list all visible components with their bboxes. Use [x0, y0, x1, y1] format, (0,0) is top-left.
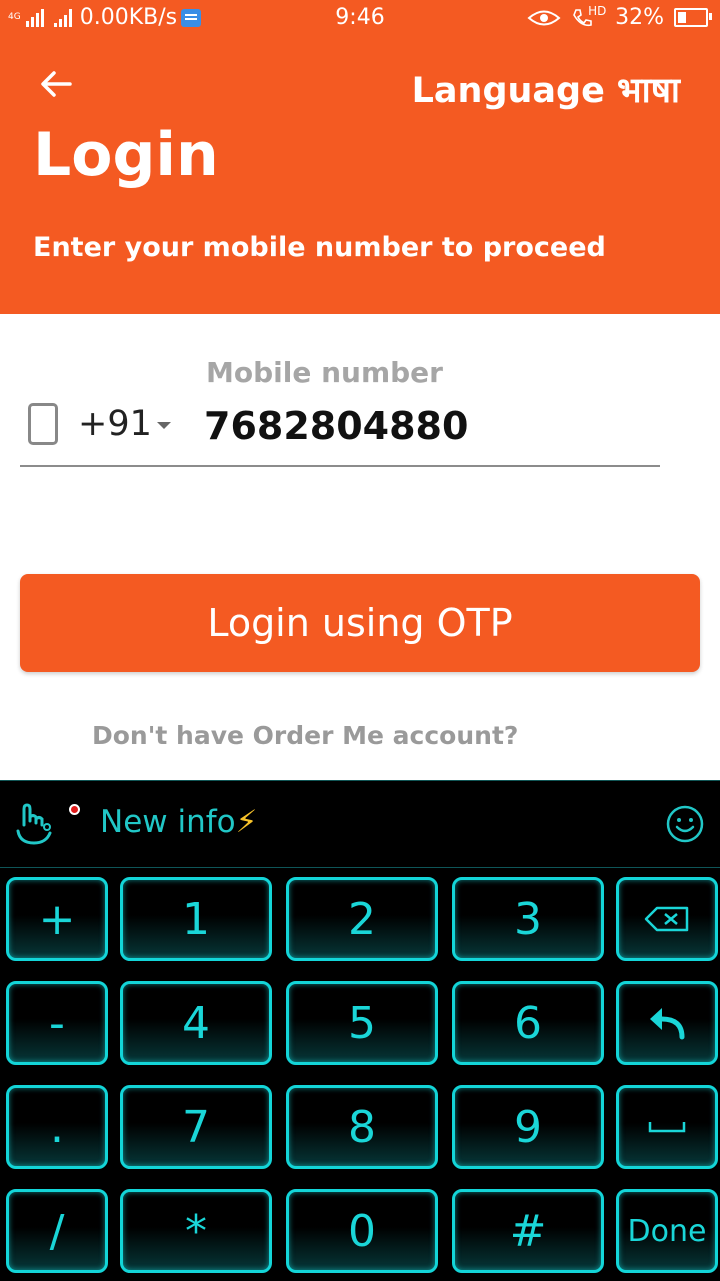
key-3[interactable]: 3	[452, 877, 604, 961]
eye-icon	[527, 10, 561, 25]
lightning-icon: ⚡	[235, 804, 258, 840]
emoji-smiley-icon[interactable]	[666, 805, 704, 843]
key-minus[interactable]: -	[6, 981, 108, 1065]
key-hash[interactable]: #	[452, 1189, 604, 1273]
input-underline	[20, 465, 660, 467]
mobile-number-input[interactable]	[204, 400, 644, 452]
key-2[interactable]: 2	[286, 877, 438, 961]
key-0[interactable]: 0	[286, 1189, 438, 1273]
hd-label: HD	[588, 3, 607, 18]
language-button[interactable]: Language भाषा	[412, 66, 680, 113]
header: Language भाषा Login Enter your mobile nu…	[0, 36, 720, 314]
country-code-select[interactable]: +91	[78, 404, 152, 444]
key-plus[interactable]: +	[6, 877, 108, 961]
keyboard-toolbar: New info⚡	[0, 781, 720, 868]
back-arrow-icon[interactable]	[36, 64, 76, 104]
space-icon	[648, 1122, 686, 1133]
key-slash[interactable]: /	[6, 1189, 108, 1273]
key-5[interactable]: 5	[286, 981, 438, 1065]
status-right: HD 32%	[527, 3, 712, 30]
key-enter[interactable]	[616, 981, 718, 1065]
key-7[interactable]: 7	[120, 1085, 272, 1169]
key-backspace[interactable]	[616, 877, 718, 961]
keyboard-logo-icon[interactable]	[14, 801, 54, 845]
page-subtitle: Enter your mobile number to proceed	[33, 232, 606, 263]
key-done[interactable]: Done	[616, 1189, 718, 1273]
phone-icon	[28, 403, 58, 445]
dropdown-caret-icon[interactable]	[157, 422, 171, 429]
key-space[interactable]	[616, 1085, 718, 1169]
key-1[interactable]: 1	[120, 877, 272, 961]
new-info-text: New info	[100, 804, 236, 840]
key-dot[interactable]: .	[6, 1085, 108, 1169]
key-4[interactable]: 4	[120, 981, 272, 1065]
mobile-number-label: Mobile number	[206, 356, 443, 389]
key-8[interactable]: 8	[286, 1085, 438, 1169]
key-star[interactable]: *	[120, 1189, 272, 1273]
no-account-link[interactable]: Don't have Order Me account?	[92, 721, 518, 750]
numeric-keyboard: New info⚡ + 1 2 3 - 4 5 6 . 7 8 9 / * 0 …	[0, 780, 720, 1281]
page-title: Login	[33, 120, 219, 190]
backspace-icon	[644, 906, 689, 932]
enter-return-icon	[650, 1008, 685, 1040]
notification-dot	[69, 804, 80, 815]
key-6[interactable]: 6	[452, 981, 604, 1065]
key-9[interactable]: 9	[452, 1085, 604, 1169]
battery-icon	[674, 8, 712, 27]
battery-percent: 32%	[615, 5, 664, 30]
hd-call-icon: HD	[571, 3, 607, 29]
status-bar: 4G 0.00KB/s 9:46 HD 32%	[0, 0, 720, 36]
login-otp-button[interactable]: Login using OTP	[20, 574, 700, 672]
new-info-link[interactable]: New info⚡	[100, 804, 257, 840]
